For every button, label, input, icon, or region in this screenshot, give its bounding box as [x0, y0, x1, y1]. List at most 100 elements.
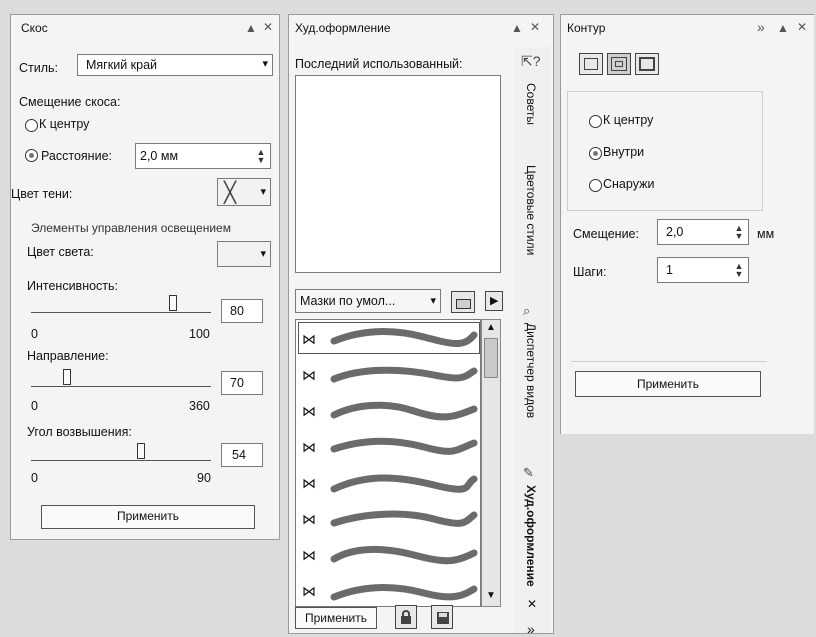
save-icon[interactable]	[431, 605, 453, 629]
intensity-slider[interactable]	[31, 295, 211, 313]
no-color-x-icon: ╳	[224, 182, 237, 204]
slider-knob[interactable]	[169, 295, 177, 311]
direction-slider[interactable]	[31, 369, 211, 387]
elevation-slider[interactable]	[31, 443, 211, 461]
slider-knob[interactable]	[137, 443, 145, 459]
divider	[571, 361, 767, 362]
contour-inside-radio[interactable]	[589, 147, 602, 160]
contour-offset-label: Смещение:	[573, 227, 639, 241]
chevron-down-icon: ▾	[262, 58, 268, 70]
contour-outside-mode-icon[interactable]	[635, 53, 659, 75]
elevation-input[interactable]: 54	[221, 443, 263, 467]
folder-icon[interactable]	[451, 291, 475, 313]
preset-dropdown[interactable]: Мазки по умол... ▾	[295, 289, 441, 313]
close-icon[interactable]: ✕	[263, 20, 273, 34]
tab-color-styles[interactable]: Цветовые стили	[524, 165, 538, 255]
stroke-preview	[330, 474, 478, 493]
slider-knob[interactable]	[63, 369, 71, 385]
bowtie-icon: ⋈	[302, 439, 316, 455]
list-scrollbar[interactable]: ▲ ▼	[481, 319, 501, 607]
stroke-preview	[330, 327, 478, 347]
intensity-value: 80	[230, 304, 244, 318]
stroke-preset-item[interactable]: ⋈	[296, 500, 480, 536]
play-arrow-icon[interactable]: ▶	[485, 291, 503, 311]
direction-min: 0	[31, 399, 38, 413]
stroke-preset-item[interactable]: ⋈	[296, 356, 480, 392]
scroll-down-icon[interactable]: ▼	[486, 590, 496, 601]
direction-input[interactable]: 70	[221, 371, 263, 395]
chevron-down-icon: ▾	[260, 248, 266, 260]
stroke-preview	[330, 437, 478, 455]
contour-offset-input[interactable]: 2,0 ▲ ▼	[657, 219, 749, 245]
tab-artistic-media[interactable]: Худ.оформление	[524, 485, 538, 587]
tab-view-manager[interactable]: Диспетчер видов	[524, 323, 538, 418]
elevation-min: 0	[31, 471, 38, 485]
distance-input[interactable]: 2,0 мм ▲ ▼	[135, 143, 271, 169]
style-dropdown[interactable]: Мягкий край ▾	[77, 54, 273, 76]
stroke-preset-item[interactable]: ⋈	[296, 536, 480, 572]
preset-value: Мазки по умол...	[300, 294, 396, 308]
stroke-preset-item[interactable]: ⋈	[296, 572, 480, 606]
contour-steps-label: Шаги:	[573, 265, 607, 279]
contour-center-mode-icon[interactable]	[579, 53, 603, 75]
lock-icon[interactable]	[395, 605, 417, 629]
pin-icon[interactable]: ▲	[777, 21, 789, 35]
elevation-label: Угол возвышения:	[27, 425, 132, 439]
direction-label: Направление:	[27, 349, 109, 363]
bowtie-icon: ⋈	[302, 547, 316, 563]
bevel-title: Скос	[21, 21, 48, 35]
stroke-preset-item[interactable]: ⋈	[296, 320, 480, 356]
bevel-panel: Скос ▲ ✕ Стиль: Мягкий край ▾ Смещение с…	[10, 14, 280, 540]
distance-radio[interactable]	[25, 149, 38, 162]
last-used-preview	[295, 75, 501, 273]
contour-to-center-radio[interactable]	[589, 115, 602, 128]
bevel-apply-button[interactable]: Применить	[41, 505, 255, 529]
stroke-preview	[330, 401, 478, 421]
distance-value: 2,0 мм	[140, 149, 179, 163]
contour-outside-radio[interactable]	[589, 179, 602, 192]
style-value: Мягкий край	[86, 58, 158, 72]
close-icon[interactable]: ✕	[530, 20, 540, 34]
contour-inside-mode-icon[interactable]	[607, 53, 631, 75]
artistic-title: Худ.оформление	[295, 21, 391, 35]
bowtie-icon: ⋈	[302, 475, 316, 491]
more-icon[interactable]: »	[527, 621, 535, 637]
bowtie-icon: ⋈	[302, 403, 316, 419]
artistic-apply-button[interactable]: Применить	[295, 607, 377, 629]
stroke-preset-item[interactable]: ⋈	[296, 392, 480, 428]
chevron-down-icon: ▾	[260, 186, 266, 198]
scroll-thumb[interactable]	[484, 338, 498, 378]
pin-icon[interactable]: ▲	[245, 21, 257, 35]
contour-panel: Контур » ▲ ✕ К центру Внутри Снаружи Сме…	[560, 14, 814, 434]
close-icon[interactable]: ✕	[527, 597, 537, 611]
contour-inside-label: Внутри	[603, 145, 645, 159]
spin-arrows-icon[interactable]: ▲ ▼	[256, 148, 266, 165]
shadow-color-label: Цвет тени:	[11, 187, 73, 201]
contour-title: Контур	[567, 21, 606, 35]
light-color-picker[interactable]: ▾	[217, 241, 271, 267]
stroke-preset-item[interactable]: ⋈	[296, 464, 480, 500]
stroke-preview	[330, 545, 478, 565]
pin-icon[interactable]: ▲	[511, 21, 523, 35]
distance-label: Расстояние:	[41, 149, 112, 163]
stroke-list: ⋈ ⋈ ⋈ ⋈ ⋈ ⋈ ⋈ ⋈	[295, 319, 481, 607]
close-icon[interactable]: ✕	[797, 20, 807, 34]
spin-arrows-icon[interactable]: ▲ ▼	[734, 224, 744, 241]
to-center-radio[interactable]	[25, 119, 38, 132]
style-label: Стиль:	[19, 61, 59, 75]
spin-arrows-icon[interactable]: ▲ ▼	[734, 262, 744, 279]
bevel-offset-label: Смещение скоса:	[19, 95, 121, 109]
intensity-input[interactable]: 80	[221, 299, 263, 323]
elevation-max: 90	[197, 471, 211, 485]
bowtie-icon: ⋈	[302, 511, 316, 527]
contour-steps-input[interactable]: 1 ▲ ▼	[657, 257, 749, 283]
direction-max: 360	[189, 399, 210, 413]
intensity-min: 0	[31, 327, 38, 341]
contour-offset-value: 2,0	[666, 225, 684, 239]
more-icon[interactable]: »	[757, 19, 765, 35]
shadow-color-picker[interactable]: ╳ ▾	[217, 178, 271, 206]
contour-apply-button[interactable]: Применить	[575, 371, 761, 397]
tab-hints[interactable]: Советы	[524, 83, 538, 125]
stroke-preset-item[interactable]: ⋈	[296, 428, 480, 464]
scroll-up-icon[interactable]: ▲	[486, 322, 496, 333]
